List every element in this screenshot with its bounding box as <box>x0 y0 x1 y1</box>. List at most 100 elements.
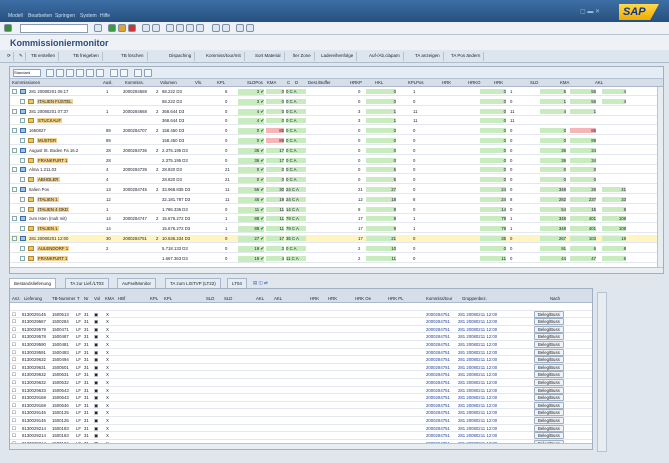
doc-icon[interactable]: ▣ <box>94 418 98 424</box>
select-box[interactable]: ☐ <box>12 334 16 340</box>
side-scrollbar[interactable] <box>597 292 607 452</box>
col-header[interactable]: Lieferung <box>24 296 42 301</box>
export-icon[interactable] <box>120 69 128 77</box>
table-row[interactable]: ☐ 8130029214 1500183 LF 31 ▣ X 2000284751 281 20… <box>10 424 592 433</box>
col-header[interactable]: C <box>287 80 290 85</box>
select-box[interactable]: ☐ <box>12 380 16 386</box>
menu-system[interactable]: System <box>80 13 97 19</box>
doc-icon[interactable]: ▣ <box>94 365 98 371</box>
table-row[interactable]: MUSTER 89 158.450 D3 0 0 ✔ 89 0 C A 0 0 0 0 0 0 89 <box>10 137 663 145</box>
tree-toggle[interactable] <box>20 206 25 212</box>
table-row[interactable]: Italien Pos 13 2000284745 2 33.968.835 D3 11 5… <box>10 186 663 194</box>
btn-ta-anzeigen[interactable]: TA anzeigen <box>412 52 444 61</box>
vertical-scrollbar[interactable] <box>657 87 663 267</box>
beleg-button[interactable]: Beleg/Buss <box>534 356 564 364</box>
beleg-button[interactable]: Beleg/Buss <box>534 417 564 424</box>
col-header[interactable]: HKL <box>375 80 383 85</box>
table-row[interactable]: Alma 1.211.03 4 2000284739 2 28.820 D3 21 0 ✔ 0… <box>10 166 663 175</box>
col-header[interactable]: HRK Oe <box>355 296 371 301</box>
select-box[interactable]: ☐ <box>12 410 16 416</box>
details-icon[interactable] <box>46 69 54 77</box>
col-header[interactable]: KMA <box>105 296 114 301</box>
subtotal-icon[interactable] <box>96 69 104 77</box>
btn-lter-zone[interactable]: lter Zone <box>290 52 315 61</box>
table-row[interactable]: ☐ 8130029632 1500631 LF 31 ▣ X 2000284751 281 20… <box>10 371 592 380</box>
menu-modell[interactable]: Modell <box>8 13 23 19</box>
col-header[interactable]: KMA <box>560 80 569 85</box>
tree-toggle[interactable] <box>20 118 25 124</box>
col-header[interactable]: AKL <box>274 296 282 301</box>
back-icon[interactable] <box>108 24 116 32</box>
table-row[interactable]: zum Isten (mult mit) 14 2000284747 2 15.676.… <box>10 215 663 224</box>
select-box[interactable]: ☐ <box>12 418 16 424</box>
table-row[interactable]: AULENDORF 1 2 5.718.133 D3 0 19 ✔ 3 0 C A 2 10 0 0… <box>10 245 663 253</box>
exit-icon[interactable] <box>118 24 126 32</box>
col-header[interactable]: SLD <box>224 296 232 301</box>
beleg-button[interactable]: Beleg/Buss <box>534 432 564 440</box>
tree-toggle[interactable] <box>20 138 25 143</box>
tree-toggle[interactable] <box>20 196 25 202</box>
select-box[interactable]: ☐ <box>12 372 16 378</box>
table-row[interactable]: ITALIEN 1 14 15.676.272 D3 1 88 ✔ 11 79 C A 17 9… <box>10 225 663 234</box>
col-header[interactable]: Vls. <box>195 80 202 85</box>
col-header[interactable]: Nach <box>550 296 560 301</box>
tree-toggle[interactable] <box>12 147 17 153</box>
table-row[interactable]: STUCKAUF 368.644 D3 0 4 ✔ 0 0 C A 3 1 11 0 11 <box>10 117 663 126</box>
table-row[interactable]: ☐ 8130029632 1500632 LF 31 ▣ X 2000284751 281 20… <box>10 379 592 387</box>
select-box[interactable]: ☐ <box>12 426 16 432</box>
table-row[interactable]: ☐ 8130029168 1500643 LF 31 ▣ X 2000284751 281 20… <box>10 394 592 402</box>
sort-desc-icon[interactable] <box>66 69 74 77</box>
doc-icon[interactable]: ▣ <box>94 403 98 409</box>
select-box[interactable]: ☐ <box>12 403 16 409</box>
next-page-icon[interactable] <box>186 24 194 32</box>
table-row[interactable]: 1650827 89 2000284707 2 158.450 D3 0 0 ✔ 85 0 C … <box>10 127 663 136</box>
col-header[interactable]: HRK <box>494 80 503 85</box>
col-header[interactable]: Anz. <box>12 296 21 301</box>
col-header[interactable]: Dest./Buffer <box>308 80 331 85</box>
tree-toggle[interactable] <box>20 226 25 232</box>
tab-ta-listvp[interactable]: TA zum LISTVP (LT22) <box>165 278 221 288</box>
col-header[interactable]: TB-Nummer <box>52 296 75 301</box>
horizontal-scrollbar[interactable] <box>10 267 663 273</box>
tree-toggle[interactable] <box>12 216 17 222</box>
btn-ta-pos-aendern[interactable]: TA Pos ändern <box>448 52 485 61</box>
tree-toggle[interactable] <box>12 108 17 114</box>
command-field[interactable] <box>20 24 88 33</box>
btn-dispaching[interactable]: Dispaching <box>166 52 196 61</box>
col-header[interactable]: KPL <box>164 296 172 301</box>
table-row[interactable]: FRANKFURT 1 1.667.363 D3 0 19 ✔ 4 11 C A 2 11 0 1… <box>10 255 663 263</box>
table-row[interactable]: ☐ 8130029168 1500646 LF 31 ▣ X 2000284751 281 20… <box>10 401 592 410</box>
beleg-button[interactable]: Beleg/Buss <box>534 333 564 341</box>
tree-toggle[interactable] <box>20 245 25 251</box>
doc-icon[interactable]: ▣ <box>94 388 98 394</box>
table-row[interactable]: ITALIEN FUSTEL 68.222 D3 0 3 ✔ 0 0 C A0000015… <box>10 98 663 106</box>
refresh-icon[interactable]: ⟳ <box>4 52 14 61</box>
col-header[interactable]: HRKP <box>350 80 362 85</box>
table-row[interactable]: ☐ 8130029631 1500501 LF 31 ▣ X 2000284751 281 20… <box>10 363 592 372</box>
doc-icon[interactable]: ▣ <box>94 334 98 340</box>
help-icon[interactable] <box>236 24 244 32</box>
btn-ladereihenfolge[interactable]: Ladereihenfolge <box>318 52 358 61</box>
table-row[interactable]: ITALIEN 4 OKD 1 1.786.336 D3 0 11 ✔ 11 14 C A9… <box>10 206 663 214</box>
table-row[interactable]: ☐ 8130029567 1500284 LF 31 ▣ X 2000284751 281 20… <box>10 318 592 326</box>
btn-auf-ab[interactable]: Auf-/Ab.clapam <box>366 52 404 61</box>
tab-ta-lief[interactable]: TA zur Lief./LT03 <box>65 278 109 288</box>
btn-tb-erstellen[interactable]: TB erstellen <box>28 52 60 61</box>
beleg-button[interactable]: Beleg/Buss <box>534 386 564 394</box>
doc-icon[interactable]: ▣ <box>94 350 98 356</box>
tab-aufsel-monitor[interactable]: AuFselMonitor <box>117 278 157 288</box>
doc-icon[interactable]: ▣ <box>94 357 98 363</box>
sort-asc-icon[interactable] <box>56 69 64 77</box>
table-row[interactable]: ☐ 8130029591 1500483 LF 31 ▣ X 2000284751 281 20… <box>10 348 592 357</box>
tree-toggle[interactable] <box>20 98 25 104</box>
tab-lt04[interactable]: LT04 <box>227 278 247 288</box>
col-header[interactable]: AKL <box>256 296 264 301</box>
table-row[interactable]: ☐ 8130029578 1500487 LF 31 ▣ X 2000284751 281 20… <box>10 333 592 342</box>
table-row[interactable]: 281 20080201 12:00 30 2000284751 2 10.636.23… <box>10 235 663 243</box>
table-row[interactable]: ☐ 8130029633 1500643 LF 31 ▣ X 2000284751 281 20… <box>10 386 592 395</box>
doc-icon[interactable]: ▣ <box>94 380 98 386</box>
doc-icon[interactable]: ▣ <box>94 433 98 439</box>
tree-toggle[interactable] <box>12 236 17 241</box>
select-box[interactable]: ☐ <box>12 357 16 363</box>
prev-page-icon[interactable] <box>176 24 184 32</box>
